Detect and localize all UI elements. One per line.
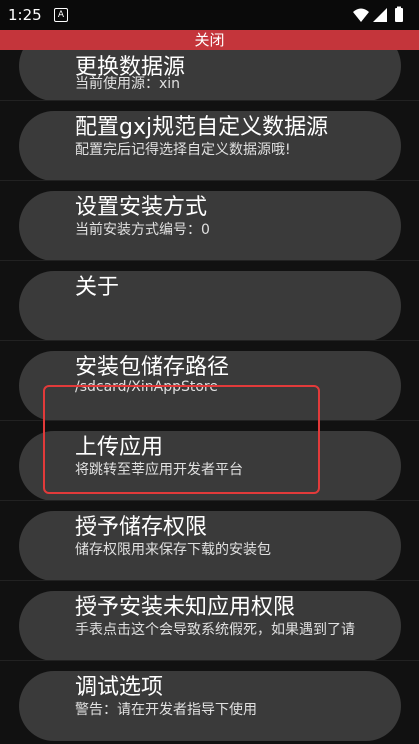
setting-title: 设置安装方式	[75, 195, 208, 220]
signal-icon	[373, 8, 387, 22]
setting-title: 调试选项	[75, 675, 164, 700]
setting-debug-options[interactable]: 调试选项 警告：请在开发者指导下使用	[0, 660, 419, 741]
system-icons	[353, 6, 403, 22]
wifi-icon	[353, 8, 369, 22]
setting-subtitle: 手表点击这个会导致系统假死，如果遇到了请	[75, 622, 355, 638]
setting-title: 配置gxj规范自定义数据源	[75, 115, 329, 140]
setting-subtitle: 储存权限用来保存下载的安装包	[75, 542, 271, 558]
close-button[interactable]: 关闭	[0, 30, 419, 50]
setting-subtitle: 配置完后记得选择自定义数据源哦!	[75, 142, 291, 158]
notification-a-icon: A	[54, 8, 68, 22]
setting-subtitle: 当前安装方式编号：0	[75, 222, 210, 238]
setting-about[interactable]: 关于	[0, 260, 419, 341]
setting-subtitle: 警告：请在开发者指导下使用	[75, 702, 257, 718]
status-bar: 1:25 A	[0, 0, 419, 30]
setting-storage-permission[interactable]: 授予储存权限 储存权限用来保存下载的安装包	[0, 500, 419, 581]
setting-title: 授予储存权限	[75, 515, 208, 540]
setting-custom-source[interactable]: 配置gxj规范自定义数据源 配置完后记得选择自定义数据源哦!	[0, 100, 419, 181]
setting-title: 安装包储存路径	[75, 355, 230, 380]
setting-install-method[interactable]: 设置安装方式 当前安装方式编号：0	[0, 180, 419, 261]
status-time: 1:25	[8, 6, 42, 24]
highlight-annotation-box	[43, 385, 320, 494]
setting-title: 授予安装未知应用权限	[75, 595, 296, 620]
battery-icon	[395, 8, 403, 22]
setting-title: 关于	[75, 275, 120, 300]
setting-unknown-apps-permission[interactable]: 授予安装未知应用权限 手表点击这个会导致系统假死，如果遇到了请	[0, 580, 419, 661]
setting-change-source[interactable]: 更换数据源 当前使用源：xin	[0, 50, 419, 101]
setting-subtitle: 当前使用源：xin	[75, 76, 181, 92]
